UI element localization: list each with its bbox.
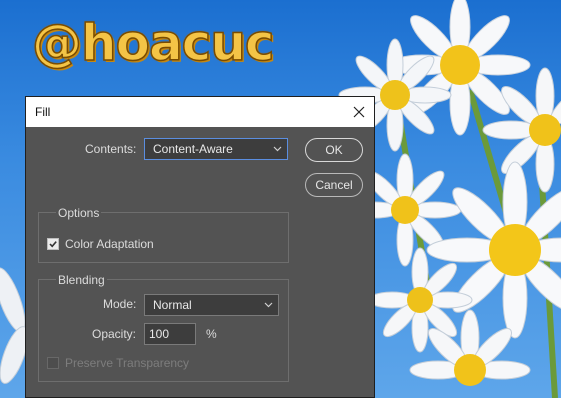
- dialog-titlebar[interactable]: Fill: [26, 97, 374, 127]
- blending-group-title: Blending: [56, 273, 107, 287]
- mode-dropdown[interactable]: Normal: [144, 294, 279, 316]
- contents-label: Contents:: [85, 142, 137, 156]
- mode-label: Mode:: [103, 297, 137, 311]
- opacity-label: Opacity:: [92, 327, 137, 341]
- ok-button[interactable]: OK: [305, 138, 363, 162]
- color-adaptation-label: Color Adaptation: [65, 237, 154, 251]
- checkmark-icon: [49, 241, 57, 248]
- contents-value: Content-Aware: [153, 142, 233, 156]
- preserve-transparency-label: Preserve Transparency: [65, 356, 190, 370]
- chevron-down-icon: [273, 146, 282, 152]
- chevron-down-icon: [264, 302, 273, 308]
- watermark-text: @hoacuc: [31, 13, 275, 73]
- options-group-title: Options: [56, 206, 102, 220]
- opacity-input[interactable]: 100: [144, 323, 196, 345]
- fill-dialog: Fill Contents: Content-Aware OK Cancel O…: [25, 96, 375, 398]
- color-adaptation-checkbox[interactable]: [47, 238, 59, 250]
- cancel-button[interactable]: Cancel: [305, 173, 363, 197]
- opacity-unit: %: [206, 327, 217, 341]
- close-icon: [353, 106, 365, 118]
- mode-value: Normal: [153, 298, 192, 312]
- close-button[interactable]: [344, 97, 374, 127]
- preserve-transparency-checkbox[interactable]: [47, 357, 59, 369]
- dialog-title: Fill: [35, 105, 51, 119]
- contents-dropdown[interactable]: Content-Aware: [144, 138, 288, 160]
